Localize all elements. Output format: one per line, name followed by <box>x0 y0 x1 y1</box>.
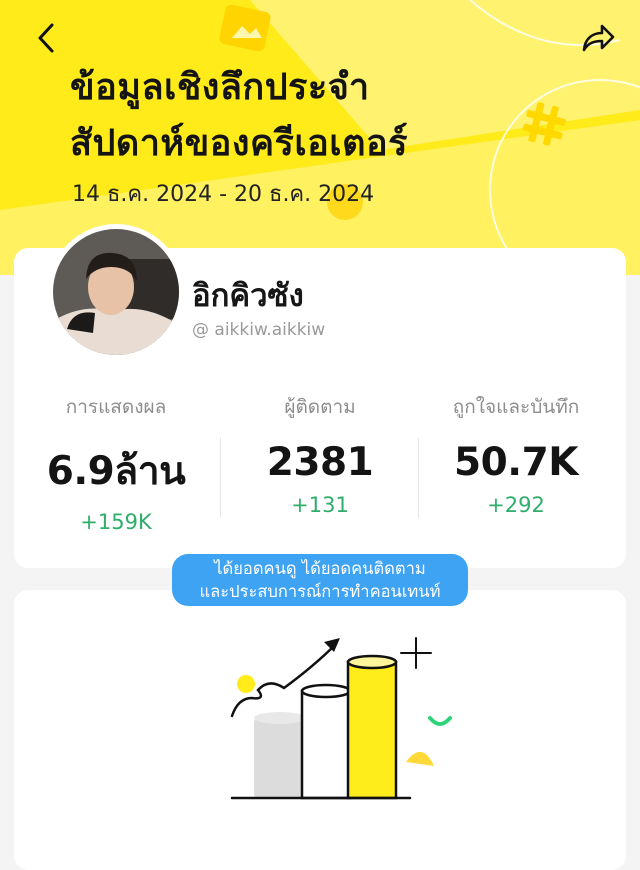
yellow-dot-icon <box>237 675 255 693</box>
stat-value: 6.9ล้าน <box>46 449 186 494</box>
sparkle-icon <box>400 637 432 669</box>
stat-delta: +159K <box>80 510 152 534</box>
title-line-2: สัปดาห์ของครีเอเตอร์ <box>70 123 408 164</box>
tooltip-line-2: และประสบการณ์การทำคอนเทนท์ <box>199 582 441 601</box>
back-button[interactable] <box>26 18 66 58</box>
stat-value: 2381 <box>266 440 374 485</box>
lemon-icon <box>406 751 434 766</box>
tooltip-line-1: ได้ยอดคนดู ได้ยอดคนติดตาม <box>214 559 426 578</box>
date-range: 14 ธ.ค. 2024 - 20 ธ.ค. 2024 <box>72 182 375 207</box>
stat-delta: +131 <box>291 493 349 517</box>
stat-label: ถูกใจและบันทึก <box>452 396 580 418</box>
stat-label: ผู้ติดตาม <box>284 396 356 418</box>
page-title: ข้อมูลเชิงลึกประจำ สัปดาห์ของครีเอเตอร์ <box>70 60 408 172</box>
chevron-left-icon <box>38 23 54 53</box>
share-button[interactable] <box>578 18 618 58</box>
stat-impressions: การแสดงผล 6.9ล้าน +159K <box>14 392 218 534</box>
stat-delta: +292 <box>487 493 545 517</box>
stat-likes-saves: ถูกใจและบันทึก 50.7K +292 <box>414 392 618 517</box>
avatar-photo <box>53 229 179 355</box>
stat-followers: ผู้ติดตาม 2381 +131 <box>218 392 422 517</box>
stat-label: การแสดงผล <box>65 396 167 418</box>
stat-value: 50.7K <box>454 440 578 485</box>
title-line-1: ข้อมูลเชิงลึกประจำ <box>70 67 370 108</box>
profile-card: อิกคิวซัง @ aikkiw.aikkiw การแสดงผล 6.9ล… <box>14 224 626 568</box>
share-arrow-icon <box>582 24 615 52</box>
growth-illustration-card <box>14 590 626 870</box>
growth-chart-illustration <box>230 637 452 800</box>
avatar <box>48 224 184 360</box>
user-handle: @ aikkiw.aikkiw <box>192 320 326 340</box>
caption-tooltip: ได้ยอดคนดู ได้ยอดคนติดตาม และประสบการณ์ก… <box>172 554 468 606</box>
user-name: อิกคิวซัง <box>192 278 304 314</box>
